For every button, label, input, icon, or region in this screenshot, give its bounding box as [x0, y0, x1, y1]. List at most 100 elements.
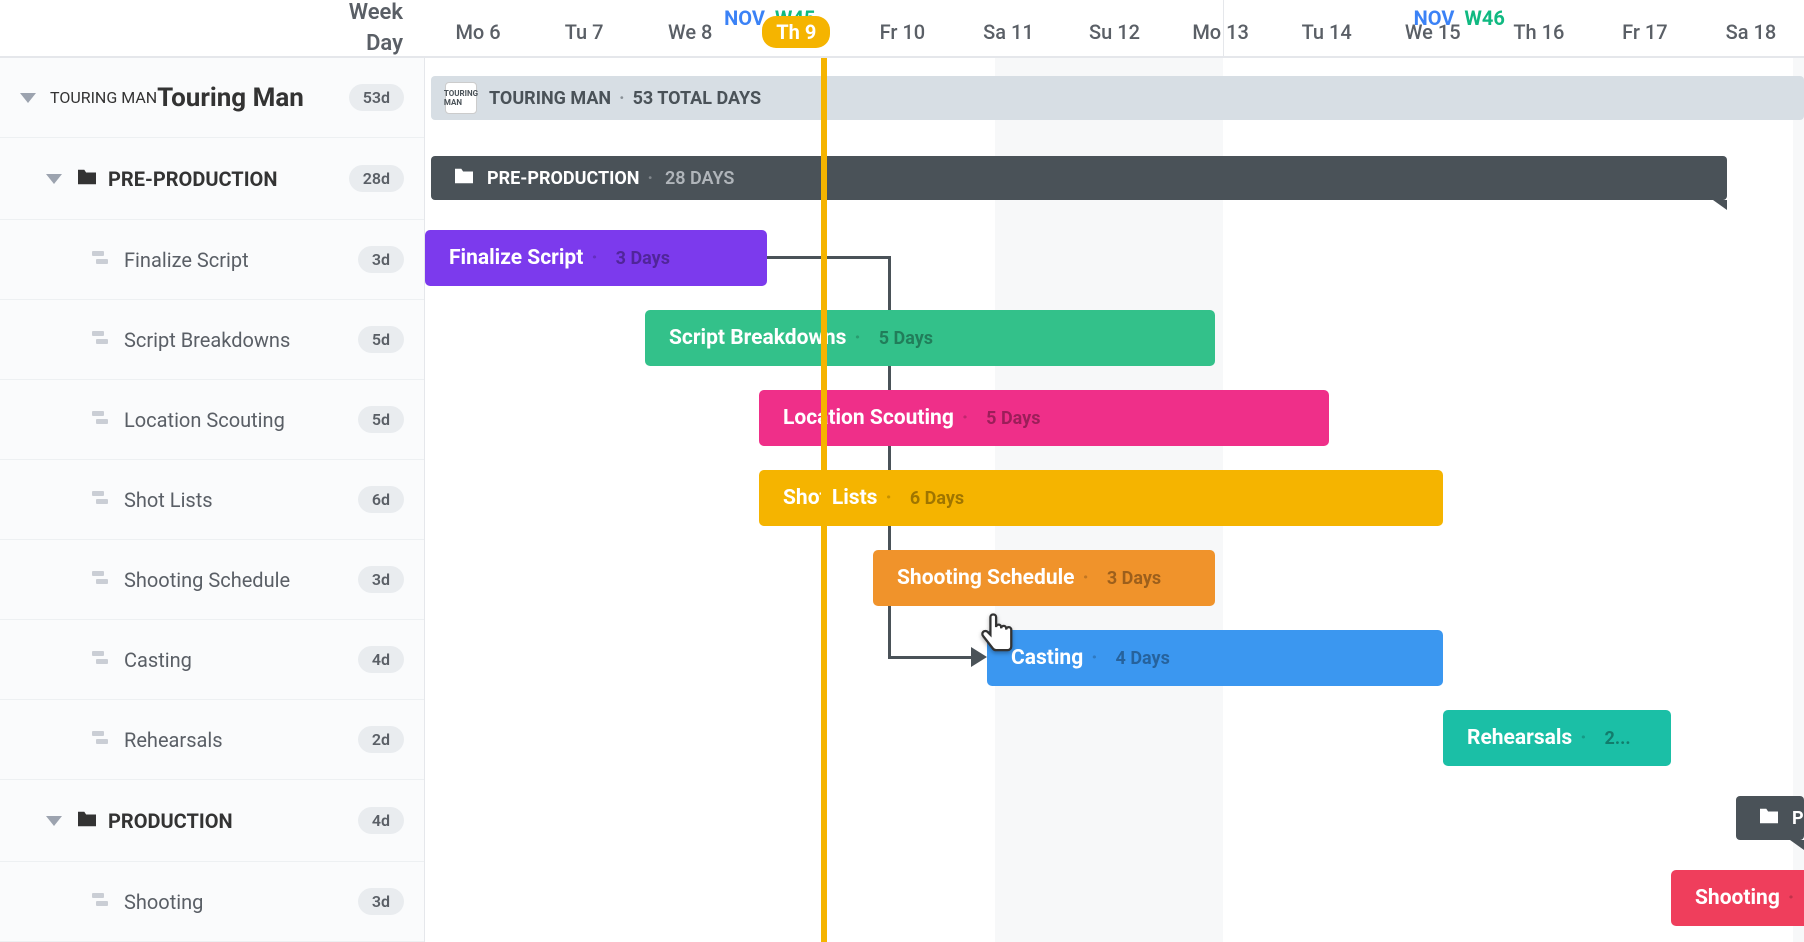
- chevron-down-icon[interactable]: [20, 93, 36, 103]
- task-bar-shooting[interactable]: Shooting·3 Da: [1671, 870, 1804, 926]
- day-header[interactable]: Mo 13: [1168, 20, 1274, 44]
- task-bar-schedule[interactable]: Shooting Schedule·3 Days: [873, 550, 1215, 606]
- project-banner-total: 53 TOTAL DAYS: [633, 88, 761, 109]
- cursor-pointer-icon: [977, 612, 1019, 660]
- task-bar-name: Casting: [1011, 646, 1083, 670]
- task-bar-location[interactable]: Location Scouting·5 Days: [759, 390, 1329, 446]
- task-bar-days: 3 Days: [616, 248, 670, 269]
- section-bar-name: PRODUCTION: [1792, 808, 1804, 829]
- sidebar-task-label: Script Breakdowns: [124, 328, 290, 352]
- task-bar-days: 5 Days: [986, 408, 1040, 429]
- sidebar-task-shotlists[interactable]: Shot Lists 6d: [0, 460, 424, 540]
- sidebar-task-schedule[interactable]: Shooting Schedule 3d: [0, 540, 424, 620]
- day-header[interactable]: Tu 14: [1274, 20, 1380, 44]
- sidebar-task-label: Shooting Schedule: [124, 568, 290, 592]
- task-bar-days: 3 Days: [1107, 568, 1161, 589]
- task-sidebar: TOURING MAN Touring Man 53d PRE-PRODUCTI…: [0, 58, 425, 942]
- sidebar-task-breakdowns[interactable]: Script Breakdowns 5d: [0, 300, 424, 380]
- day-header[interactable]: Fr 17: [1592, 20, 1698, 44]
- project-banner-name: TOURING MAN: [489, 88, 611, 109]
- task-icon: [92, 568, 112, 592]
- chevron-down-icon[interactable]: [46, 816, 62, 826]
- section-duration-badge: 28d: [349, 165, 404, 192]
- task-bar-finalize[interactable]: Finalize Script·3 Days: [425, 230, 767, 286]
- day-header[interactable]: Th 9: [743, 16, 849, 48]
- sidebar-task-label: Casting: [124, 648, 192, 672]
- task-icon: [92, 408, 112, 432]
- day-header[interactable]: We 15: [1380, 20, 1486, 44]
- folder-icon: [76, 810, 98, 832]
- sidebar-task-label: Shooting: [124, 890, 203, 914]
- sidebar-task-location[interactable]: Location Scouting5d: [0, 380, 424, 460]
- timeline-header: Week Day NOV W45NOV W46 Mo 6Tu 7We 8Th 9…: [0, 0, 1804, 58]
- project-logo: TOURING MAN: [50, 88, 157, 107]
- chevron-down-icon[interactable]: [46, 174, 62, 184]
- sidebar-task-label: Rehearsals: [124, 728, 223, 752]
- task-icon: [92, 648, 112, 672]
- section-bar-prod[interactable]: PRODUCTION·4: [1736, 796, 1804, 840]
- task-icon: [92, 890, 112, 914]
- sidebar-task-shooting[interactable]: Shooting 3d: [0, 862, 424, 942]
- sidebar-task-label: Shot Lists: [124, 488, 213, 512]
- task-duration-badge: 2d: [358, 726, 404, 753]
- task-duration-badge: 6d: [358, 486, 404, 513]
- task-bar-shotlists[interactable]: Shot Lists·6 Days: [759, 470, 1443, 526]
- section-bar-name: PRE-PRODUCTION: [487, 168, 640, 189]
- sidebar-task-label: Finalize Script: [124, 248, 249, 272]
- task-icon: [92, 488, 112, 512]
- folder-icon: [1758, 807, 1780, 830]
- task-icon: [92, 728, 112, 752]
- folder-icon: [453, 167, 475, 190]
- task-duration-badge: 3d: [358, 888, 404, 915]
- sidebar-section-prod[interactable]: PRODUCTION4d: [0, 780, 424, 862]
- sidebar-task-casting[interactable]: Casting 4d: [0, 620, 424, 700]
- scale-label-week: Week: [349, 0, 403, 25]
- task-duration-badge: 4d: [358, 646, 404, 673]
- day-header[interactable]: Fr 10: [849, 20, 955, 44]
- task-bar-rehearsals[interactable]: Rehearsals·2...: [1443, 710, 1671, 766]
- day-header[interactable]: Su 12: [1061, 20, 1167, 44]
- task-bar-days: 5 Days: [879, 328, 933, 349]
- sidebar-section-preprod[interactable]: PRE-PRODUCTION28d: [0, 138, 424, 220]
- section-bar-days: 28 DAYS: [665, 168, 734, 189]
- sidebar-task-finalize[interactable]: Finalize Script 3d: [0, 220, 424, 300]
- project-logo-icon: TOURING MAN: [445, 82, 477, 114]
- task-bar-casting[interactable]: Casting·4 Days: [987, 630, 1443, 686]
- task-duration-badge: 5d: [358, 326, 404, 353]
- day-header[interactable]: Tu 7: [531, 20, 637, 44]
- folder-icon: [76, 168, 98, 190]
- today-marker: [821, 58, 827, 942]
- task-duration-badge: 3d: [358, 246, 404, 273]
- day-header[interactable]: We 8: [637, 20, 743, 44]
- header-scale-labels: Week Day: [0, 0, 425, 56]
- task-bar-name: Shooting Schedule: [897, 566, 1075, 590]
- task-bar-days: 4 Days: [1116, 648, 1170, 669]
- project-name: Touring Man: [157, 83, 304, 113]
- task-icon: [92, 248, 112, 272]
- task-bar-name: Location Scouting: [783, 406, 954, 430]
- section-bar-preprod[interactable]: PRE-PRODUCTION·28 DAYS: [431, 156, 1727, 200]
- week-divider: [1223, 0, 1224, 56]
- sidebar-project-row[interactable]: TOURING MAN Touring Man 53d: [0, 58, 424, 138]
- project-duration-badge: 53d: [349, 84, 404, 111]
- gantt-timeline[interactable]: TOURING MANTOURING MAN·53 TOTAL DAYSPRE-…: [425, 58, 1804, 942]
- scale-label-day: Day: [366, 31, 403, 56]
- task-bar-name: Rehearsals: [1467, 726, 1572, 750]
- task-bar-name: Shooting: [1695, 886, 1780, 910]
- day-header[interactable]: Sa 18: [1698, 20, 1804, 44]
- day-header[interactable]: Mo 6: [425, 20, 531, 44]
- day-header[interactable]: Th 16: [1486, 20, 1592, 44]
- task-duration-badge: 3d: [358, 566, 404, 593]
- day-header[interactable]: Sa 11: [955, 20, 1061, 44]
- project-summary-bar[interactable]: TOURING MANTOURING MAN·53 TOTAL DAYS: [431, 76, 1804, 120]
- task-icon: [92, 328, 112, 352]
- task-bar-name: Script Breakdowns: [669, 326, 846, 350]
- task-bar-days: 2...: [1605, 728, 1631, 749]
- section-duration-badge: 4d: [358, 807, 404, 834]
- task-bar-days: 6 Days: [910, 488, 964, 509]
- task-duration-badge: 5d: [358, 406, 404, 433]
- task-bar-name: Finalize Script: [449, 246, 583, 270]
- task-bar-name: Shot Lists: [783, 486, 877, 510]
- sidebar-task-rehearsals[interactable]: Rehearsals 2d: [0, 700, 424, 780]
- task-bar-breakdowns[interactable]: Script Breakdowns·5 Days: [645, 310, 1215, 366]
